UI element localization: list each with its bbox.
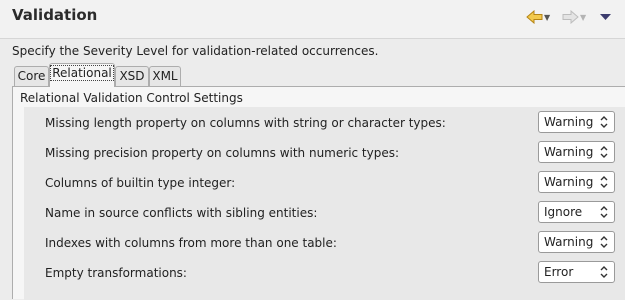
severity-select[interactable]: Warning [538,141,615,163]
page-title: Validation [12,6,98,24]
severity-value: Warning [544,145,594,159]
spinner-arrows-icon [600,176,608,188]
row-label: Missing precision property on columns wi… [45,146,400,160]
row-label: Name in source conflicts with sibling en… [45,206,318,220]
group-label: Relational Validation Control Settings [20,91,243,105]
severity-select[interactable]: Ignore [538,201,615,223]
forward-arrow-icon [562,10,579,24]
spinner-arrows-icon [600,236,608,248]
tab-label: XML [152,69,178,83]
view-menu-icon [600,14,611,20]
settings-group: Missing length property on columns with … [24,107,625,300]
view-menu-button[interactable] [600,8,611,26]
tab-relational[interactable]: Relational [49,63,115,87]
row-label: Missing length property on columns with … [45,116,446,130]
page-description: Specify the Severity Level for validatio… [12,44,379,58]
severity-select[interactable]: Error [538,261,615,283]
severity-value: Warning [544,175,594,189]
spinner-arrows-icon [600,116,608,128]
tab-label: XSD [119,69,145,83]
severity-value: Ignore [544,205,583,219]
spinner-arrows-icon [600,206,608,218]
chevron-down-icon: ▼ [580,12,587,22]
spinner-arrows-icon [600,146,608,158]
chevron-down-icon: ▼ [544,12,551,22]
severity-value: Warning [544,115,594,129]
severity-select[interactable]: Warning [538,111,615,133]
spinner-arrows-icon [600,266,608,278]
row-label: Columns of builtin type integer: [45,176,236,190]
back-arrow-icon [526,10,543,24]
tab-xml[interactable]: XML [149,66,181,86]
severity-select[interactable]: Warning [538,231,615,253]
severity-select[interactable]: Warning [538,171,615,193]
forward-button[interactable]: ▼ [562,8,586,26]
tab-xsd[interactable]: XSD [115,66,149,86]
tab-panel: Relational Validation Control Settings M… [12,86,625,300]
tab-label: Relational [50,65,114,81]
back-button[interactable]: ▼ [526,8,550,26]
page-header: Validation ▼ ▼ [0,0,625,39]
severity-value: Warning [544,235,594,249]
severity-value: Error [544,265,574,279]
tab-core[interactable]: Core [14,66,49,86]
row-label: Indexes with columns from more than one … [45,236,337,250]
row-label: Empty transformations: [45,266,187,280]
tab-label: Core [17,69,46,83]
